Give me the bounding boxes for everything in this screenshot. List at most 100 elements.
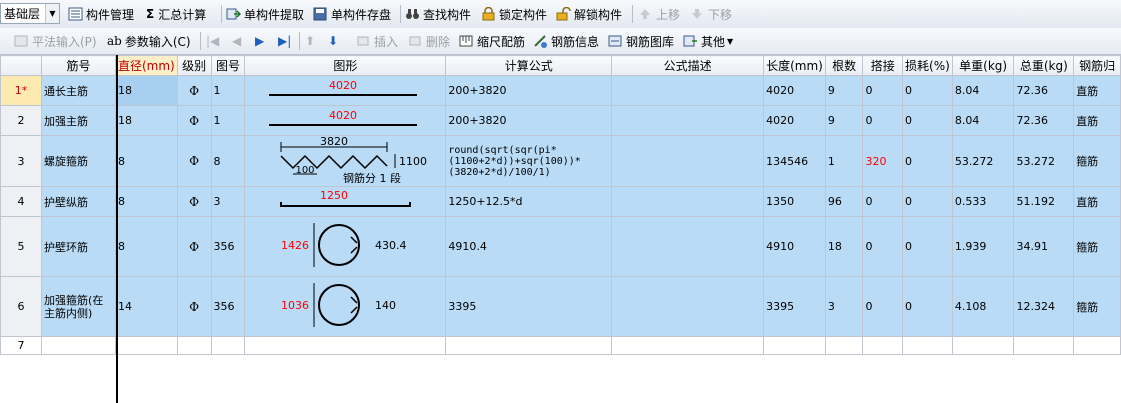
cell-rebar-type[interactable]: 箍筋 bbox=[1073, 276, 1121, 337]
cell-length[interactable]: 4910 bbox=[763, 216, 826, 277]
empty-cell[interactable] bbox=[176, 336, 212, 355]
empty-cell[interactable] bbox=[244, 336, 447, 355]
cell-rebar-type[interactable]: 直筋 bbox=[1073, 186, 1121, 217]
table-row[interactable]: 6 加强箍筋(在主筋内侧) 14 Ф 356 1036 140 3395 339… bbox=[0, 276, 1121, 337]
cell-rebar-type[interactable]: 箍筋 bbox=[1073, 135, 1121, 187]
rebar-library-button[interactable]: 钢筋图库 bbox=[608, 30, 674, 52]
summary-calc-button[interactable]: Σ 汇总计算 bbox=[146, 3, 206, 25]
cell-shape[interactable]: 4020 bbox=[244, 105, 447, 136]
row-number[interactable]: 4 bbox=[0, 186, 43, 217]
flat-input-button[interactable]: 平法输入(P) bbox=[14, 30, 97, 52]
cell-diameter[interactable]: 8 bbox=[115, 186, 178, 217]
cell-loss[interactable]: 0 bbox=[902, 186, 953, 217]
cell-total-weight[interactable]: 53.272 bbox=[1013, 135, 1075, 187]
chevron-down-icon[interactable]: ▼ bbox=[45, 4, 59, 23]
level-select[interactable]: 基础层 ▼ bbox=[0, 3, 60, 24]
cell-figure-no[interactable]: 1 bbox=[210, 105, 246, 136]
row-down-button[interactable]: ⬇ bbox=[328, 30, 338, 52]
cell-loss[interactable]: 0 bbox=[902, 75, 953, 106]
cell-count[interactable]: 9 bbox=[824, 105, 864, 136]
cell-loss[interactable]: 0 bbox=[902, 276, 953, 337]
column-header[interactable]: 直径(mm) bbox=[115, 55, 178, 76]
empty-cell[interactable] bbox=[611, 336, 765, 355]
empty-cell[interactable] bbox=[115, 336, 178, 355]
cell-unit-weight[interactable]: 8.04 bbox=[951, 105, 1015, 136]
cell-length[interactable]: 134546 bbox=[763, 135, 826, 187]
cell-length[interactable]: 4020 bbox=[763, 75, 826, 106]
cell-name[interactable]: 螺旋箍筋 bbox=[41, 135, 116, 187]
empty-cell[interactable] bbox=[41, 336, 116, 355]
cell-total-weight[interactable]: 72.36 bbox=[1013, 105, 1075, 136]
cell-length[interactable]: 3395 bbox=[763, 276, 826, 337]
empty-cell[interactable] bbox=[951, 336, 1015, 355]
cell-lap[interactable]: 0 bbox=[862, 276, 904, 337]
table-row[interactable]: 7 bbox=[0, 336, 1121, 355]
column-header[interactable]: 计算公式 bbox=[445, 55, 613, 76]
column-header[interactable]: 筋号 bbox=[41, 55, 116, 76]
cell-diameter[interactable]: 8 bbox=[115, 216, 178, 277]
cell-unit-weight[interactable]: 8.04 bbox=[951, 75, 1015, 106]
cell-description[interactable] bbox=[611, 216, 765, 277]
cell-unit-weight[interactable]: 0.533 bbox=[951, 186, 1015, 217]
row-number[interactable]: 3 bbox=[0, 135, 43, 187]
cell-unit-weight[interactable]: 4.108 bbox=[951, 276, 1015, 337]
last-record-button[interactable]: ▶| bbox=[278, 30, 291, 52]
cell-length[interactable]: 1350 bbox=[763, 186, 826, 217]
column-header[interactable]: 总重(kg) bbox=[1013, 55, 1075, 76]
cell-diameter[interactable]: 18 bbox=[115, 75, 178, 106]
single-extract-button[interactable]: 单构件提取 bbox=[226, 3, 304, 25]
cell-count[interactable]: 1 bbox=[824, 135, 864, 187]
cell-grade[interactable]: Ф bbox=[176, 135, 212, 187]
row-number[interactable]: 5 bbox=[0, 216, 43, 277]
cell-description[interactable] bbox=[611, 186, 765, 217]
cell-description[interactable] bbox=[611, 105, 765, 136]
cell-rebar-type[interactable]: 直筋 bbox=[1073, 105, 1121, 136]
other-menu-button[interactable]: 其他 ▼ bbox=[683, 30, 733, 52]
prev-record-button[interactable]: ◀ bbox=[232, 30, 241, 52]
cell-unit-weight[interactable]: 53.272 bbox=[951, 135, 1015, 187]
table-row[interactable]: 5 护壁环筋 8 Ф 356 1426 430.4 4910.4 4910 18… bbox=[0, 216, 1121, 277]
move-up-button[interactable]: 上移 bbox=[638, 3, 680, 25]
row-number[interactable]: 6 bbox=[0, 276, 43, 337]
cell-diameter[interactable]: 18 bbox=[115, 105, 178, 136]
cell-total-weight[interactable]: 72.36 bbox=[1013, 75, 1075, 106]
empty-cell[interactable] bbox=[902, 336, 953, 355]
empty-cell[interactable] bbox=[445, 336, 613, 355]
cell-figure-no[interactable]: 3 bbox=[210, 186, 246, 217]
empty-cell[interactable] bbox=[1013, 336, 1075, 355]
cell-grade[interactable]: Ф bbox=[176, 186, 212, 217]
cell-name[interactable]: 加强主筋 bbox=[41, 105, 116, 136]
cell-name[interactable]: 护壁纵筋 bbox=[41, 186, 116, 217]
cell-total-weight[interactable]: 34.91 bbox=[1013, 216, 1075, 277]
find-component-button[interactable]: 查找构件 bbox=[405, 3, 471, 25]
column-header[interactable]: 单重(kg) bbox=[951, 55, 1015, 76]
cell-count[interactable]: 18 bbox=[824, 216, 864, 277]
column-header[interactable]: 根数 bbox=[824, 55, 864, 76]
cell-unit-weight[interactable]: 1.939 bbox=[951, 216, 1015, 277]
cell-lap[interactable]: 320 bbox=[862, 135, 904, 187]
rebar-info-button[interactable]: 钢筋信息 bbox=[533, 30, 599, 52]
cell-description[interactable] bbox=[611, 75, 765, 106]
cell-shape[interactable]: 1036 140 bbox=[244, 276, 447, 337]
cell-loss[interactable]: 0 bbox=[902, 216, 953, 277]
empty-cell[interactable] bbox=[862, 336, 904, 355]
cell-name[interactable]: 护壁环筋 bbox=[41, 216, 116, 277]
cell-figure-no[interactable]: 356 bbox=[210, 216, 246, 277]
column-header[interactable]: 级别 bbox=[176, 55, 212, 76]
delete-button[interactable]: 删除 bbox=[408, 30, 450, 52]
cell-rebar-type[interactable]: 直筋 bbox=[1073, 75, 1121, 106]
cell-diameter[interactable]: 14 bbox=[115, 276, 178, 337]
single-save-button[interactable]: 单构件存盘 bbox=[313, 3, 391, 25]
cell-formula[interactable]: 3395 bbox=[445, 276, 613, 337]
lock-component-button[interactable]: 锁定构件 bbox=[481, 3, 547, 25]
cell-figure-no[interactable]: 356 bbox=[210, 276, 246, 337]
column-header[interactable]: 图号 bbox=[210, 55, 246, 76]
empty-cell[interactable] bbox=[1073, 336, 1121, 355]
column-header[interactable]: 损耗(%) bbox=[902, 55, 953, 76]
cell-loss[interactable]: 0 bbox=[902, 135, 953, 187]
insert-button[interactable]: 插入 bbox=[356, 30, 398, 52]
cell-grade[interactable]: Ф bbox=[176, 216, 212, 277]
cell-name[interactable]: 加强箍筋(在主筋内侧) bbox=[41, 276, 116, 337]
cell-grade[interactable]: Ф bbox=[176, 75, 212, 106]
unlock-component-button[interactable]: 解锁构件 bbox=[556, 3, 622, 25]
